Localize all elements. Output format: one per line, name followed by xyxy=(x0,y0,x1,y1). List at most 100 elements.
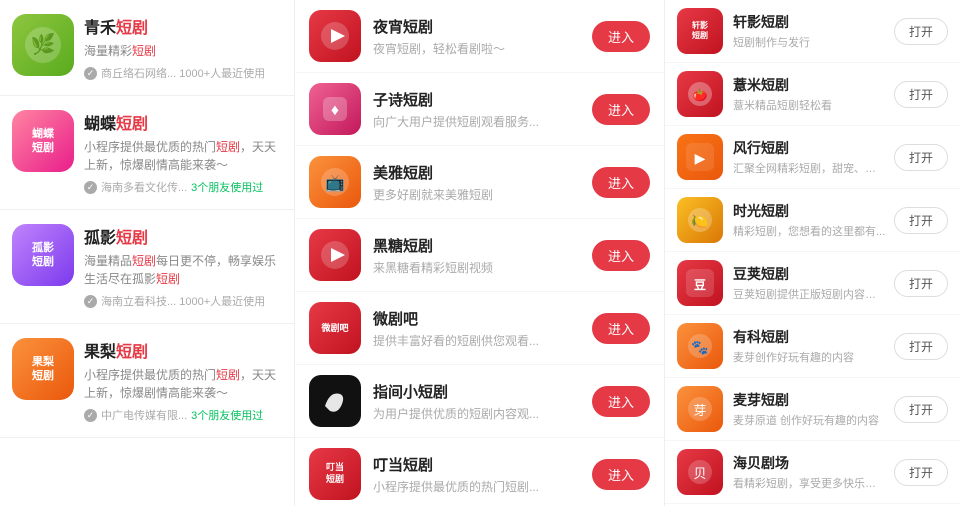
app-desc: 向广大用户提供短剧观看服务... xyxy=(373,113,573,130)
app-title: 时光短剧 xyxy=(733,201,886,221)
app-title: 子诗短剧 xyxy=(373,89,584,110)
verify-icon: ✓ xyxy=(84,181,97,194)
verify-icon: ✓ xyxy=(84,295,97,308)
list-item[interactable]: 📺 美雅短剧 更多好剧就来美雅短剧 进入 xyxy=(295,146,664,219)
app-desc: 小程序提供最优质的热门短剧... xyxy=(373,478,573,495)
enter-button[interactable]: 进入 xyxy=(592,386,650,417)
app-info-guoli: 果梨短剧 小程序提供最优质的热门短剧，天天上新，惊爆剧情高能来袭～ ✓ 中广电传… xyxy=(84,338,282,423)
list-item[interactable]: 贝 海贝剧场 看精彩短剧，享受更多快乐时光！追剧神... 打开 xyxy=(665,441,960,504)
app-title: 孤影短剧 xyxy=(84,224,282,248)
enter-button[interactable]: 进入 xyxy=(592,313,650,344)
enter-button[interactable]: 进入 xyxy=(592,94,650,125)
list-item[interactable]: 轩影 短剧 轩影短剧 短剧制作与发行 打开 xyxy=(665,0,960,63)
app-title: 美雅短剧 xyxy=(373,162,584,183)
app-info-yejin: 夜宵短剧 夜宵短剧，轻松看剧啦～ xyxy=(373,16,584,57)
open-button[interactable]: 打开 xyxy=(894,459,948,486)
app-desc: 更多好剧就来美雅短剧 xyxy=(373,186,573,203)
open-button[interactable]: 打开 xyxy=(894,396,948,423)
app-info-zhijian: 指间小短剧 为用户提供优质的短剧内容观... xyxy=(373,381,584,422)
open-button[interactable]: 打开 xyxy=(894,333,948,360)
app-icon-dangdang: 叮当 短剧 xyxy=(309,448,361,500)
app-title: 果梨短剧 xyxy=(84,338,282,362)
enter-button[interactable]: 进入 xyxy=(592,21,650,52)
app-desc: 汇聚全网精彩短剧，甜宠、悬疑、古侠... xyxy=(733,160,886,176)
app-icon-meiya: 📺 xyxy=(309,156,361,208)
app-meta: ✓ 海南立看科技... 1000+人最近使用 xyxy=(84,293,282,309)
app-desc: 来黑糖看精彩短剧视频 xyxy=(373,259,573,276)
app-meta: ✓ 中广电传媒有限... 3个朋友使用过 xyxy=(84,407,282,423)
app-icon-qinghe: 🌿 xyxy=(12,14,74,76)
list-item[interactable]: 豆 豆荚短剧 豆荚短剧提供正版短剧内容，类型多样... 打开 xyxy=(665,252,960,315)
svg-text:▶: ▶ xyxy=(695,150,706,166)
list-item[interactable]: 果梨 短剧 果梨短剧 小程序提供最优质的热门短剧，天天上新，惊爆剧情高能来袭～ … xyxy=(0,324,294,438)
list-item[interactable]: ♦ 子诗短剧 向广大用户提供短剧观看服务... 进入 xyxy=(295,73,664,146)
app-title: 微剧吧 xyxy=(373,308,584,329)
app-info-shiguang: 时光短剧 精彩短剧，您想看的这里都有... xyxy=(733,201,886,239)
app-title: 海贝剧场 xyxy=(733,453,886,473)
app-desc: 看精彩短剧，享受更多快乐时光！追剧神... xyxy=(733,475,886,491)
app-title: 夜宵短剧 xyxy=(373,16,584,37)
app-desc: 海量精彩短剧 xyxy=(84,42,282,60)
app-icon-xuanying: 轩影 短剧 xyxy=(677,8,723,54)
app-icon-zishi: ♦ xyxy=(309,83,361,135)
app-title: 麦芽短剧 xyxy=(733,390,886,410)
open-button[interactable]: 打开 xyxy=(894,270,948,297)
list-item[interactable]: 黑糖短剧 来黑糖看精彩短剧视频 进入 xyxy=(295,219,664,292)
app-title: 薏米短剧 xyxy=(733,75,886,95)
list-item[interactable]: 🌿 青禾短剧 海量精彩短剧 ✓ 商丘络石网络... 1000+人最近使用 xyxy=(0,0,294,96)
open-button[interactable]: 打开 xyxy=(894,81,948,108)
verify-icon: ✓ xyxy=(84,409,97,422)
app-info-haomi: 薏米短剧 薏米精品短剧轻松看 xyxy=(733,75,886,113)
friends-text: 3个朋友使用过 xyxy=(191,407,263,423)
app-icon-yejin xyxy=(309,10,361,62)
app-title: 风行短剧 xyxy=(733,138,886,158)
svg-text:🌿: 🌿 xyxy=(31,32,56,56)
list-item[interactable]: 指间小短剧 为用户提供优质的短剧内容观... 进入 xyxy=(295,365,664,438)
app-info-dangdang: 叮当短剧 小程序提供最优质的热门短剧... xyxy=(373,454,584,495)
list-item[interactable]: ▶ 风行短剧 汇聚全网精彩短剧，甜宠、悬疑、古侠... 打开 xyxy=(665,126,960,189)
list-item[interactable]: 叮当 短剧 叮当短剧 小程序提供最优质的热门短剧... 进入 xyxy=(295,438,664,506)
app-info-xuanying: 轩影短剧 短剧制作与发行 xyxy=(733,12,886,50)
app-icon-haomi: 🍅 xyxy=(677,71,723,117)
list-item[interactable]: 🍅 薏米短剧 薏米精品短剧轻松看 打开 xyxy=(665,63,960,126)
enter-button[interactable]: 进入 xyxy=(592,459,650,490)
app-icon-weijuba: 微剧吧 xyxy=(309,302,361,354)
list-item[interactable]: 微剧吧 微剧吧 提供丰富好看的短剧供您观看... 进入 xyxy=(295,292,664,365)
list-item[interactable]: 🐾 有科短剧 麦芽创作好玩有趣的内容 打开 xyxy=(665,315,960,378)
meta-text: 中广电传媒有限... xyxy=(101,407,187,423)
open-button[interactable]: 打开 xyxy=(894,18,948,45)
app-desc: 为用户提供优质的短剧内容观... xyxy=(373,405,573,422)
open-button[interactable]: 打开 xyxy=(894,144,948,171)
app-title: 蝴蝶短剧 xyxy=(84,110,282,134)
app-info-hudie: 蝴蝶短剧 小程序提供最优质的热门短剧，天天上新，惊爆剧情高能来袭～ ✓ 海南多看… xyxy=(84,110,282,195)
app-meta: ✓ 海南多看文化传... 3个朋友使用过 xyxy=(84,179,282,195)
app-icon-haibei: 贝 xyxy=(677,449,723,495)
list-item[interactable]: 蝴蝶 短剧 蝴蝶短剧 小程序提供最优质的热门短剧，天天上新，惊爆剧情高能来袭～ … xyxy=(0,96,294,210)
list-item[interactable]: 芽 麦芽短剧 麦芽原道 创作好玩有趣的内容 打开 xyxy=(665,378,960,441)
app-info-qinghe: 青禾短剧 海量精彩短剧 ✓ 商丘络石网络... 1000+人最近使用 xyxy=(84,14,282,81)
left-panel: 🌿 青禾短剧 海量精彩短剧 ✓ 商丘络石网络... 1000+人最近使用 蝴蝶 … xyxy=(0,0,295,506)
app-title: 有科短剧 xyxy=(733,327,886,347)
enter-button[interactable]: 进入 xyxy=(592,167,650,198)
app-info-weijuba: 微剧吧 提供丰富好看的短剧供您观看... xyxy=(373,308,584,349)
list-item[interactable]: 夜宵短剧 夜宵短剧，轻松看剧啦～ 进入 xyxy=(295,0,664,73)
open-button[interactable]: 打开 xyxy=(894,207,948,234)
app-meta: ✓ 商丘络石网络... 1000+人最近使用 xyxy=(84,65,282,81)
app-info-manya: 麦芽短剧 麦芽原道 创作好玩有趣的内容 xyxy=(733,390,886,428)
meta-text: 海南立看科技... 1000+人最近使用 xyxy=(101,293,265,309)
list-item[interactable]: 孤影 短剧 孤影短剧 海量精品短剧每日更不停，畅享娱乐生活尽在孤影短剧 ✓ 海南… xyxy=(0,210,294,324)
svg-text:🍅: 🍅 xyxy=(693,88,708,102)
app-desc: 夜宵短剧，轻松看剧啦～ xyxy=(373,40,573,57)
verify-icon: ✓ xyxy=(84,67,97,80)
app-info-fengxing: 风行短剧 汇聚全网精彩短剧，甜宠、悬疑、古侠... xyxy=(733,138,886,176)
app-icon-heitang xyxy=(309,229,361,281)
app-icon-huying: 孤影 短剧 xyxy=(12,224,74,286)
svg-text:豆: 豆 xyxy=(694,278,706,292)
meta-text: 海南多看文化传... xyxy=(101,179,187,195)
right-panel: 轩影 短剧 轩影短剧 短剧制作与发行 打开 🍅 薏米短剧 薏米精品短剧轻松看 打… xyxy=(665,0,960,506)
svg-text:📺: 📺 xyxy=(325,174,345,192)
app-desc: 提供丰富好看的短剧供您观看... xyxy=(373,332,573,349)
enter-button[interactable]: 进入 xyxy=(592,240,650,271)
friends-text: 3个朋友使用过 xyxy=(191,179,263,195)
list-item[interactable]: 🍋 时光短剧 精彩短剧，您想看的这里都有... 打开 xyxy=(665,189,960,252)
